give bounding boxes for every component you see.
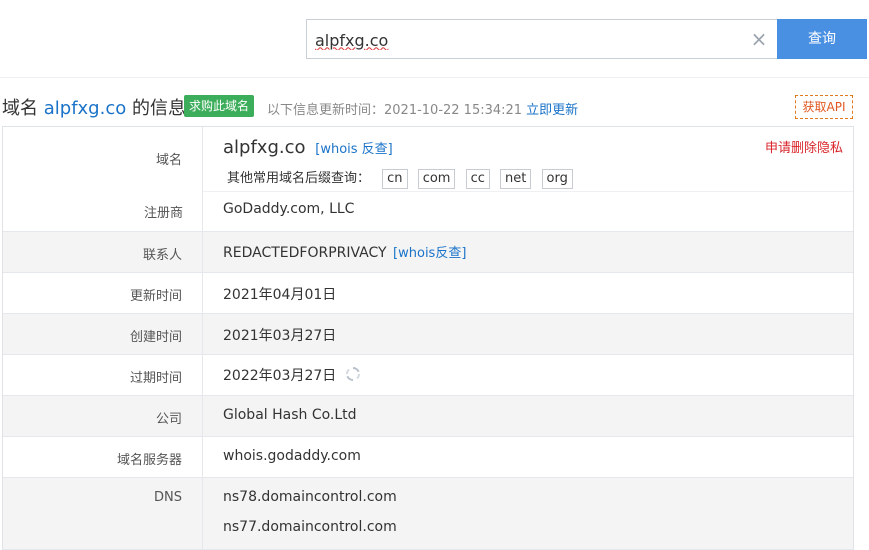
- update-now-link[interactable]: 立即更新: [526, 103, 578, 118]
- top-search-bar: × 查询: [0, 0, 869, 78]
- row-label: 联系人: [3, 232, 203, 272]
- registrar-value: GoDaddy.com, LLC: [223, 201, 355, 217]
- suffix-tag-org[interactable]: org: [541, 169, 573, 189]
- row-label: 域名服务器: [3, 437, 203, 477]
- domain-value: alpfxg.co [whois 反查]: [223, 137, 393, 158]
- suffix-tag-cn[interactable]: cn: [382, 169, 408, 189]
- row-label: 过期时间: [3, 355, 203, 395]
- table-row-updated: 更新时间 2021年04月01日: [3, 273, 853, 314]
- title-domain[interactable]: alpfxg.co: [44, 98, 127, 119]
- close-icon[interactable]: ×: [749, 29, 769, 49]
- contact-name: REDACTEDFORPRIVACY: [223, 245, 387, 261]
- table-row-whois-server: 域名服务器 whois.godaddy.com: [3, 437, 853, 478]
- suffix-tag-net[interactable]: net: [500, 169, 532, 189]
- updated-value: 2021年04月01日: [223, 287, 337, 303]
- contact-value: REDACTEDFORPRIVACY [whois反查]: [223, 242, 466, 261]
- table-row-company: 公司 Global Hash Co.Ltd: [3, 396, 853, 437]
- row-label: DNS: [3, 478, 203, 549]
- dns-value-2: ns77.domaincontrol.com: [223, 519, 397, 535]
- whois-reverse-link[interactable]: [whois 反查]: [315, 142, 393, 157]
- created-value: 2021年03月27日: [223, 328, 337, 344]
- row-label: 注册商: [143, 206, 183, 221]
- page-title-row: 域名 alpfxg.co 的信息 求购此域名 以下信息更新时间：2021-10-…: [0, 91, 869, 123]
- suffix-tag-com[interactable]: com: [417, 169, 456, 189]
- contact-whois-link[interactable]: [whois反查]: [393, 246, 466, 261]
- suffix-prompt: 其他常用域名后缀查询：: [227, 171, 371, 186]
- get-api-button[interactable]: 获取API: [795, 95, 853, 119]
- row-label: 公司: [3, 396, 203, 436]
- search-button[interactable]: 查询: [777, 19, 867, 59]
- update-time-text: 以下信息更新时间：2021-10-22 15:34:21: [267, 103, 523, 118]
- dns-value-1: ns78.domaincontrol.com: [223, 489, 397, 505]
- table-row-contact: 联系人 REDACTEDFORPRIVACY [whois反查]: [3, 232, 853, 273]
- table-row-created: 创建时间 2021年03月27日: [3, 314, 853, 355]
- suffix-query: 其他常用域名后缀查询： cn com cc net org: [227, 167, 579, 189]
- table-row-expires: 过期时间 2022年03月27日: [3, 355, 853, 396]
- update-info: 以下信息更新时间：2021-10-22 15:34:21 立即更新: [267, 99, 578, 118]
- search-input[interactable]: [315, 28, 735, 52]
- table-row-registrar: 注册商 GoDaddy.com, LLC: [3, 191, 853, 232]
- expires-value: 2022年03月27日: [223, 365, 361, 385]
- page-title: 域名 alpfxg.co 的信息: [2, 94, 186, 120]
- title-suffix: 的信息: [126, 98, 186, 119]
- buy-domain-button[interactable]: 求购此域名: [184, 95, 255, 117]
- row-label: 创建时间: [3, 314, 203, 354]
- row-label: 更新时间: [3, 273, 203, 313]
- company-value: Global Hash Co.Ltd: [223, 407, 357, 423]
- search-box: ×: [306, 19, 777, 59]
- whois-server-value: whois.godaddy.com: [223, 448, 361, 464]
- table-row-dns: DNS ns78.domaincontrol.com ns77.domainco…: [3, 478, 853, 550]
- suffix-tag-cc[interactable]: cc: [465, 169, 490, 189]
- expires-date: 2022年03月27日: [223, 368, 337, 384]
- domain-name: alpfxg.co: [223, 137, 306, 158]
- whois-info-table: 域名 alpfxg.co [whois 反查] 申请删除隐私 其他常用域名后缀查…: [2, 126, 854, 550]
- remove-privacy-link[interactable]: 申请删除隐私: [765, 137, 843, 156]
- title-prefix: 域名: [2, 98, 44, 119]
- refresh-icon[interactable]: [345, 366, 361, 382]
